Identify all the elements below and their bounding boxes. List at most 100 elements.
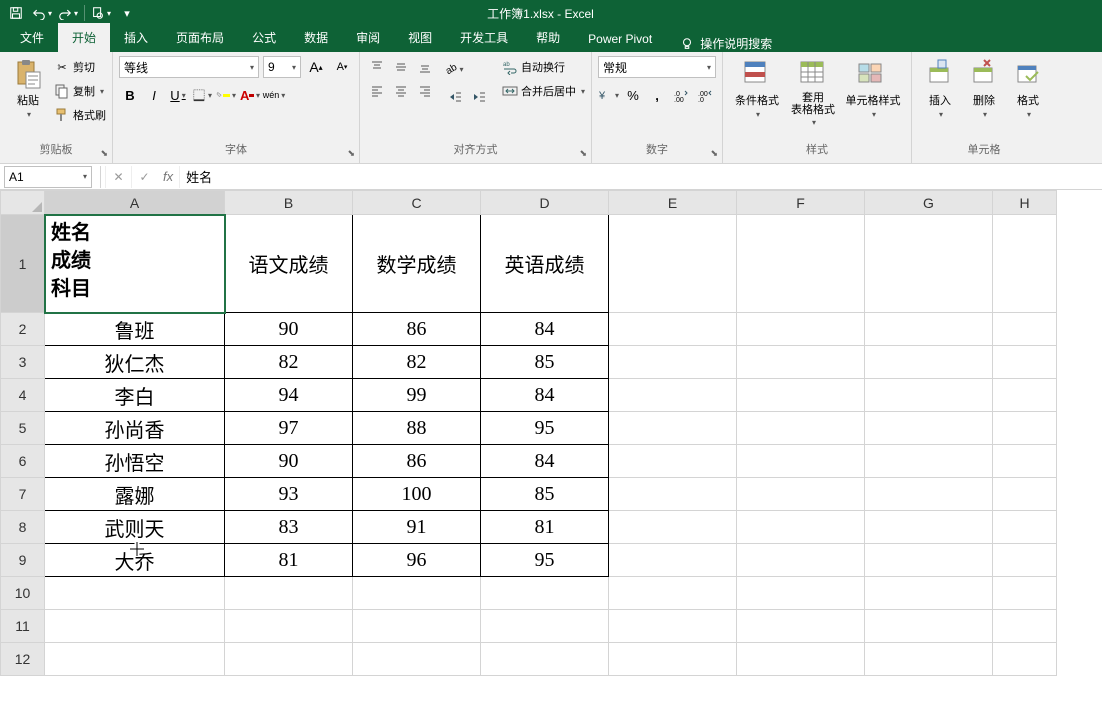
increase-font-button[interactable]: A▴ — [305, 56, 327, 78]
row-header-12[interactable]: 12 — [1, 643, 45, 676]
tab-insert[interactable]: 插入 — [110, 23, 162, 52]
tab-layout[interactable]: 页面布局 — [162, 23, 238, 52]
cell-E5[interactable] — [609, 412, 737, 445]
cell-B7[interactable]: 93 — [225, 478, 353, 511]
cell-E6[interactable] — [609, 445, 737, 478]
fx-icon[interactable]: fx — [157, 169, 179, 184]
formula-input[interactable]: 姓名 — [179, 166, 1102, 188]
row-header-2[interactable]: 2 — [1, 313, 45, 346]
cell-F4[interactable] — [737, 379, 865, 412]
increase-decimal-button[interactable]: .0.00 — [670, 84, 692, 106]
row-header-10[interactable]: 10 — [1, 577, 45, 610]
cell-G3[interactable] — [865, 346, 993, 379]
cell-H1[interactable] — [993, 215, 1057, 313]
tab-powerpivot[interactable]: Power Pivot — [574, 26, 666, 52]
col-header-F[interactable]: F — [737, 191, 865, 215]
row-header-1[interactable]: 1 — [1, 215, 45, 313]
cell-G11[interactable] — [865, 610, 993, 643]
cell-H3[interactable] — [993, 346, 1057, 379]
cell-E10[interactable] — [609, 577, 737, 610]
decrease-decimal-button[interactable]: .00.0 — [694, 84, 716, 106]
cell-B2[interactable]: 90 — [225, 313, 353, 346]
delete-cells-button[interactable]: 删除▾ — [962, 56, 1006, 119]
cell-C12[interactable] — [353, 643, 481, 676]
cell-F6[interactable] — [737, 445, 865, 478]
cell-H9[interactable] — [993, 544, 1057, 577]
cell-G2[interactable] — [865, 313, 993, 346]
cell-A2[interactable]: 鲁班 — [45, 313, 225, 346]
decrease-indent-button[interactable] — [444, 86, 466, 108]
cell-H7[interactable] — [993, 478, 1057, 511]
tab-file[interactable]: 文件 — [6, 23, 58, 52]
font-name-combo[interactable]: 等线▾ — [119, 56, 259, 78]
undo-button[interactable]: ▾ — [30, 1, 54, 25]
cell-F11[interactable] — [737, 610, 865, 643]
cell-E12[interactable] — [609, 643, 737, 676]
align-left-button[interactable] — [366, 80, 388, 102]
cell-D8[interactable]: 81 — [481, 511, 609, 544]
cell-E1[interactable] — [609, 215, 737, 313]
cell-A4[interactable]: 李白 — [45, 379, 225, 412]
cell-D6[interactable]: 84 — [481, 445, 609, 478]
tell-me-search[interactable]: 操作说明搜索 — [680, 35, 772, 52]
save-button[interactable] — [4, 1, 28, 25]
cell-B4[interactable]: 94 — [225, 379, 353, 412]
tab-formulas[interactable]: 公式 — [238, 23, 290, 52]
comma-button[interactable]: , — [646, 84, 668, 106]
cell-F5[interactable] — [737, 412, 865, 445]
percent-button[interactable]: % — [622, 84, 644, 106]
italic-button[interactable]: I — [143, 84, 165, 106]
border-button[interactable]: ▾ — [191, 84, 213, 106]
cell-H6[interactable] — [993, 445, 1057, 478]
align-center-button[interactable] — [390, 80, 412, 102]
cell-B12[interactable] — [225, 643, 353, 676]
cell-B5[interactable]: 97 — [225, 412, 353, 445]
align-bottom-button[interactable] — [414, 56, 436, 78]
cell-C10[interactable] — [353, 577, 481, 610]
cell-E4[interactable] — [609, 379, 737, 412]
cell-E3[interactable] — [609, 346, 737, 379]
wrap-text-button[interactable]: ab自动换行 — [502, 56, 585, 78]
col-header-A[interactable]: A — [45, 191, 225, 215]
clipboard-launcher[interactable]: ⬊ — [100, 148, 108, 159]
cell-H8[interactable] — [993, 511, 1057, 544]
align-middle-button[interactable] — [390, 56, 412, 78]
cell-E8[interactable] — [609, 511, 737, 544]
cell-E2[interactable] — [609, 313, 737, 346]
cell-C7[interactable]: 100 — [353, 478, 481, 511]
cell-G9[interactable] — [865, 544, 993, 577]
number-format-combo[interactable]: 常规▾ — [598, 56, 716, 78]
cell-D10[interactable] — [481, 577, 609, 610]
cell-B11[interactable] — [225, 610, 353, 643]
cell-F8[interactable] — [737, 511, 865, 544]
cell-F9[interactable] — [737, 544, 865, 577]
qat-customize[interactable]: ▾ — [115, 1, 139, 25]
cell-B6[interactable]: 90 — [225, 445, 353, 478]
font-size-combo[interactable]: 9▾ — [263, 56, 301, 78]
col-header-C[interactable]: C — [353, 191, 481, 215]
cancel-formula-button[interactable]: ✕ — [105, 166, 131, 188]
align-right-button[interactable] — [414, 80, 436, 102]
cell-E7[interactable] — [609, 478, 737, 511]
cell-C6[interactable]: 86 — [353, 445, 481, 478]
bold-button[interactable]: B — [119, 84, 141, 106]
accounting-format-button[interactable]: ¥▾ — [598, 84, 620, 106]
font-color-button[interactable]: A▾ — [239, 84, 261, 106]
cell-A5[interactable]: 孙尚香 — [45, 412, 225, 445]
underline-button[interactable]: U▾ — [167, 84, 189, 106]
conditional-format-button[interactable]: 条件格式▾ — [729, 56, 785, 119]
cell-A3[interactable]: 狄仁杰 — [45, 346, 225, 379]
cell-C2[interactable]: 86 — [353, 313, 481, 346]
name-box[interactable]: A1▾ — [4, 166, 92, 188]
cell-C3[interactable]: 82 — [353, 346, 481, 379]
cell-A10[interactable] — [45, 577, 225, 610]
col-header-E[interactable]: E — [609, 191, 737, 215]
cell-A6[interactable]: 孙悟空 — [45, 445, 225, 478]
cell-D7[interactable]: 85 — [481, 478, 609, 511]
font-launcher[interactable]: ⬊ — [347, 148, 355, 159]
cell-D9[interactable]: 95 — [481, 544, 609, 577]
cell-C11[interactable] — [353, 610, 481, 643]
row-header-7[interactable]: 7 — [1, 478, 45, 511]
cell-G7[interactable] — [865, 478, 993, 511]
cell-D11[interactable] — [481, 610, 609, 643]
